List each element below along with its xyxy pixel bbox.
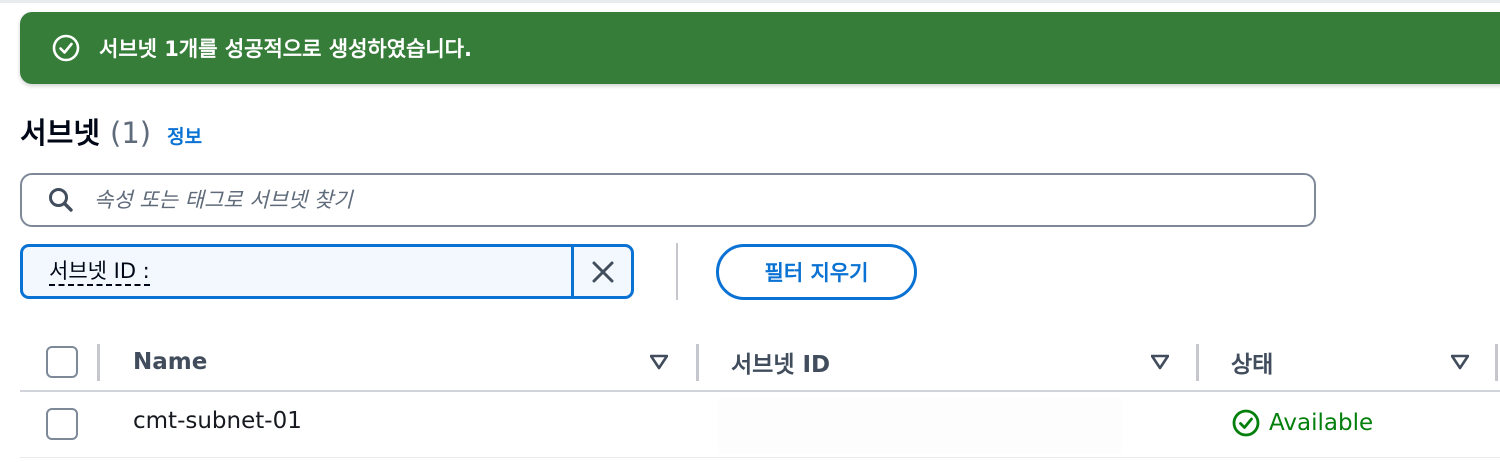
column-resizer[interactable] xyxy=(1495,344,1498,381)
property-filter xyxy=(20,173,1316,227)
close-icon xyxy=(590,259,616,285)
check-circle-icon xyxy=(51,33,81,63)
filter-token: 서브넷 ID : xyxy=(20,244,634,299)
column-resizer[interactable] xyxy=(1196,344,1199,381)
page-title: 서브넷 xyxy=(20,116,101,150)
cell-subnet-id xyxy=(718,398,1122,454)
column-label-status: 상태 xyxy=(1231,352,1274,378)
column-resizer[interactable] xyxy=(97,344,100,381)
table-header: Name 서브넷 ID 상태 xyxy=(20,332,1500,392)
table-row[interactable]: cmt-subnet-01 Available xyxy=(20,392,1500,458)
status-text: Available xyxy=(1269,410,1374,436)
column-header-status[interactable]: 상태 xyxy=(1231,332,1431,392)
filter-token-label-area[interactable]: 서브넷 ID : xyxy=(23,247,571,296)
filter-token-label: 서브넷 ID : xyxy=(49,258,150,286)
cell-name: cmt-subnet-01 xyxy=(133,408,302,434)
caret-down-icon[interactable] xyxy=(650,354,668,370)
success-flash-banner: 서브넷 1개를 성공적으로 생성하였습니다. xyxy=(20,12,1500,84)
item-count: (1) xyxy=(110,116,152,150)
column-label-name: Name xyxy=(133,349,208,375)
column-header-name[interactable]: Name xyxy=(133,332,678,392)
page-header: 서브넷 (1) 정보 xyxy=(20,110,202,150)
status-indicator: Available xyxy=(1231,408,1373,438)
flash-message: 서브넷 1개를 성공적으로 생성하였습니다. xyxy=(99,37,472,61)
caret-down-icon[interactable] xyxy=(1451,354,1469,370)
info-link[interactable]: 정보 xyxy=(167,122,202,149)
top-divider xyxy=(0,0,1500,3)
search-icon xyxy=(46,185,76,215)
filter-divider xyxy=(676,243,678,300)
column-label-subnet-id: 서브넷 ID xyxy=(731,352,831,378)
column-header-subnet-id[interactable]: 서브넷 ID xyxy=(731,332,1131,392)
row-select-checkbox[interactable] xyxy=(46,408,78,440)
column-resizer[interactable] xyxy=(696,344,699,381)
caret-down-icon[interactable] xyxy=(1151,354,1169,370)
select-all-checkbox[interactable] xyxy=(46,346,78,378)
search-input[interactable] xyxy=(94,188,1274,212)
clear-filters-button[interactable]: 필터 지우기 xyxy=(716,244,917,300)
remove-filter-button[interactable] xyxy=(571,247,631,296)
check-circle-icon xyxy=(1231,408,1261,438)
